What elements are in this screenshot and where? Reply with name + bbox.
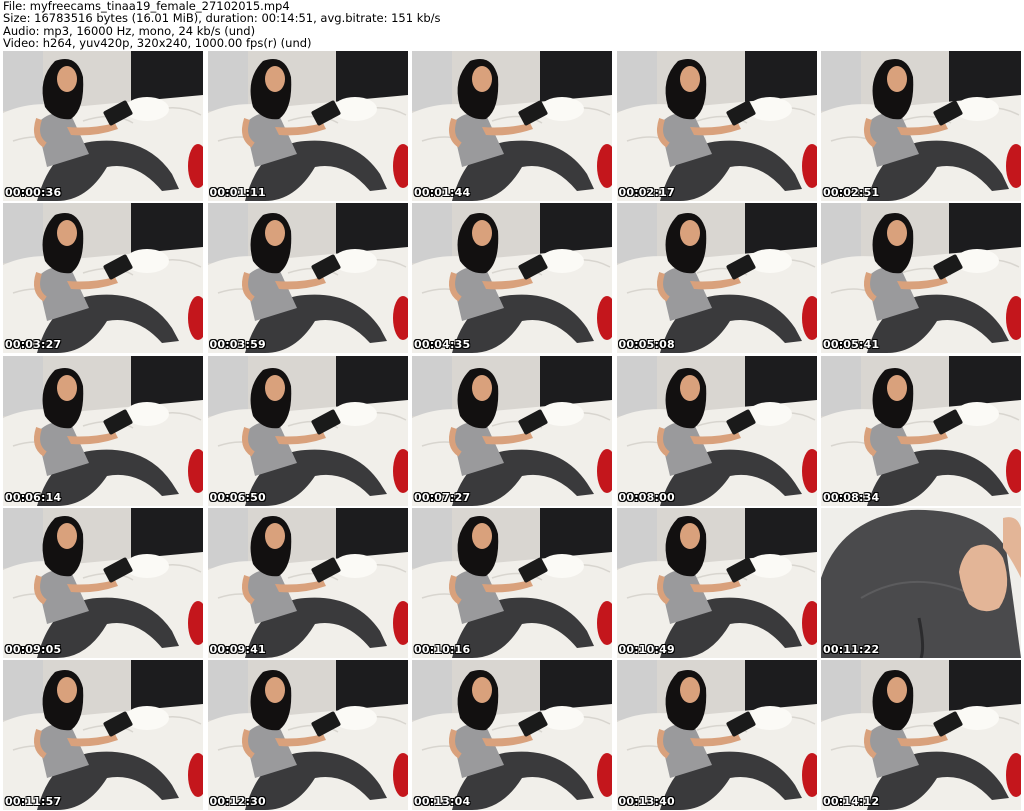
thumbnail-frame-image bbox=[412, 203, 612, 354]
thumbnail-timestamp: 00:11:57 bbox=[5, 795, 62, 808]
thumbnail-timestamp: 00:09:41 bbox=[209, 642, 266, 656]
thumbnail-frame-image bbox=[412, 507, 612, 658]
thumbnail-timestamp: 00:08:00 bbox=[618, 490, 675, 504]
thumbnail-timestamp: 00:01:44 bbox=[414, 186, 471, 199]
thumbnail-frame-image bbox=[821, 507, 1021, 658]
thumbnail-timestamp: 00:06:14 bbox=[5, 490, 62, 504]
thumbnail-frame-image bbox=[616, 51, 817, 201]
thumbnail-frame-image bbox=[3, 51, 203, 201]
thumbnail-timestamp: 00:05:08 bbox=[618, 338, 675, 352]
thumbnail-grid: 00:00:36 00:01:11 00:01:44 00:02:17 00:0… bbox=[3, 51, 1021, 810]
video-thumbnail: 00:01:44 bbox=[412, 51, 612, 201]
video-thumbnail: 00:10:49 bbox=[616, 507, 817, 658]
thumbnail-frame-image bbox=[821, 660, 1021, 810]
thumbnail-timestamp: 00:09:05 bbox=[5, 642, 62, 656]
video-thumbnail: 00:03:27 bbox=[3, 203, 203, 354]
video-thumbnail: 00:13:40 bbox=[616, 660, 817, 810]
video-thumbnail: 00:03:59 bbox=[207, 203, 408, 354]
video-thumbnail: 00:00:36 bbox=[3, 51, 203, 201]
thumbnail-timestamp: 00:12:30 bbox=[209, 795, 266, 808]
thumbnail-frame-image bbox=[616, 203, 817, 354]
video-thumbnail: 00:07:27 bbox=[412, 355, 612, 506]
thumbnail-timestamp: 00:06:50 bbox=[209, 490, 266, 504]
thumbnail-timestamp: 00:08:34 bbox=[823, 490, 880, 504]
thumbnail-timestamp: 00:02:51 bbox=[823, 186, 880, 199]
thumbnail-frame-image bbox=[616, 355, 817, 506]
thumbnail-frame-image bbox=[412, 660, 612, 810]
thumbnail-frame-image bbox=[207, 355, 408, 506]
video-thumbnail: 00:08:34 bbox=[821, 355, 1021, 506]
video-thumbnail: 00:05:41 bbox=[821, 203, 1021, 354]
thumbnail-frame-image bbox=[616, 660, 817, 810]
video-thumbnail: 00:06:50 bbox=[207, 355, 408, 506]
video-thumbnail: 00:12:30 bbox=[207, 660, 408, 810]
contact-sheet: File: myfreecams_tinaa19_female_27102015… bbox=[0, 0, 1024, 811]
video-thumbnail: 00:11:57 bbox=[3, 660, 203, 810]
thumbnail-frame-image bbox=[3, 355, 203, 506]
thumbnail-frame-image bbox=[207, 507, 408, 658]
video-thumbnail: 00:04:35 bbox=[412, 203, 612, 354]
video-info-line: Video: h264, yuv420p, 320x240, 1000.00 f… bbox=[3, 35, 312, 50]
thumbnail-timestamp: 00:13:40 bbox=[618, 795, 675, 808]
thumbnail-frame-image bbox=[3, 203, 203, 354]
video-thumbnail: 00:09:41 bbox=[207, 507, 408, 658]
thumbnail-frame-image bbox=[821, 203, 1021, 354]
thumbnail-timestamp: 00:03:59 bbox=[209, 338, 266, 352]
thumbnail-frame-image bbox=[3, 507, 203, 658]
thumbnail-frame-image bbox=[412, 355, 612, 506]
video-thumbnail: 00:08:00 bbox=[616, 355, 817, 506]
video-thumbnail: 00:02:51 bbox=[821, 51, 1021, 201]
thumbnail-frame-image bbox=[3, 660, 203, 810]
file-info-header: File: myfreecams_tinaa19_female_27102015… bbox=[3, 0, 1021, 50]
thumbnail-frame-image bbox=[412, 51, 612, 201]
video-thumbnail: 00:05:08 bbox=[616, 203, 817, 354]
thumbnail-timestamp: 00:07:27 bbox=[414, 490, 471, 504]
thumbnail-frame-image bbox=[207, 51, 408, 201]
thumbnail-timestamp: 00:10:49 bbox=[618, 642, 675, 656]
video-thumbnail: 00:06:14 bbox=[3, 355, 203, 506]
video-thumbnail: 00:13:04 bbox=[412, 660, 612, 810]
thumbnail-timestamp: 00:14:12 bbox=[823, 795, 880, 808]
video-thumbnail: 00:02:17 bbox=[616, 51, 817, 201]
thumbnail-timestamp: 00:13:04 bbox=[414, 795, 471, 808]
file-size-line: Size: 16783516 bytes (16.01 MiB), durati… bbox=[3, 11, 441, 26]
thumbnail-timestamp: 00:00:36 bbox=[5, 186, 62, 199]
video-thumbnail: 00:01:11 bbox=[207, 51, 408, 201]
video-thumbnail: 00:14:12 bbox=[821, 660, 1021, 810]
thumbnail-timestamp: 00:01:11 bbox=[209, 186, 266, 199]
thumbnail-timestamp: 00:10:16 bbox=[414, 642, 471, 656]
thumbnail-frame-image bbox=[821, 355, 1021, 506]
video-thumbnail: 00:10:16 bbox=[412, 507, 612, 658]
thumbnail-timestamp: 00:03:27 bbox=[5, 338, 62, 352]
video-thumbnail: 00:11:22 bbox=[821, 507, 1021, 658]
thumbnail-timestamp: 00:05:41 bbox=[823, 338, 880, 352]
thumbnail-frame-image bbox=[616, 507, 817, 658]
thumbnail-frame-image bbox=[207, 660, 408, 810]
thumbnail-timestamp: 00:11:22 bbox=[823, 642, 880, 656]
thumbnail-frame-image bbox=[207, 203, 408, 354]
video-thumbnail: 00:09:05 bbox=[3, 507, 203, 658]
thumbnail-timestamp: 00:04:35 bbox=[414, 338, 471, 352]
thumbnail-timestamp: 00:02:17 bbox=[618, 186, 675, 199]
thumbnail-frame-image bbox=[821, 51, 1021, 201]
